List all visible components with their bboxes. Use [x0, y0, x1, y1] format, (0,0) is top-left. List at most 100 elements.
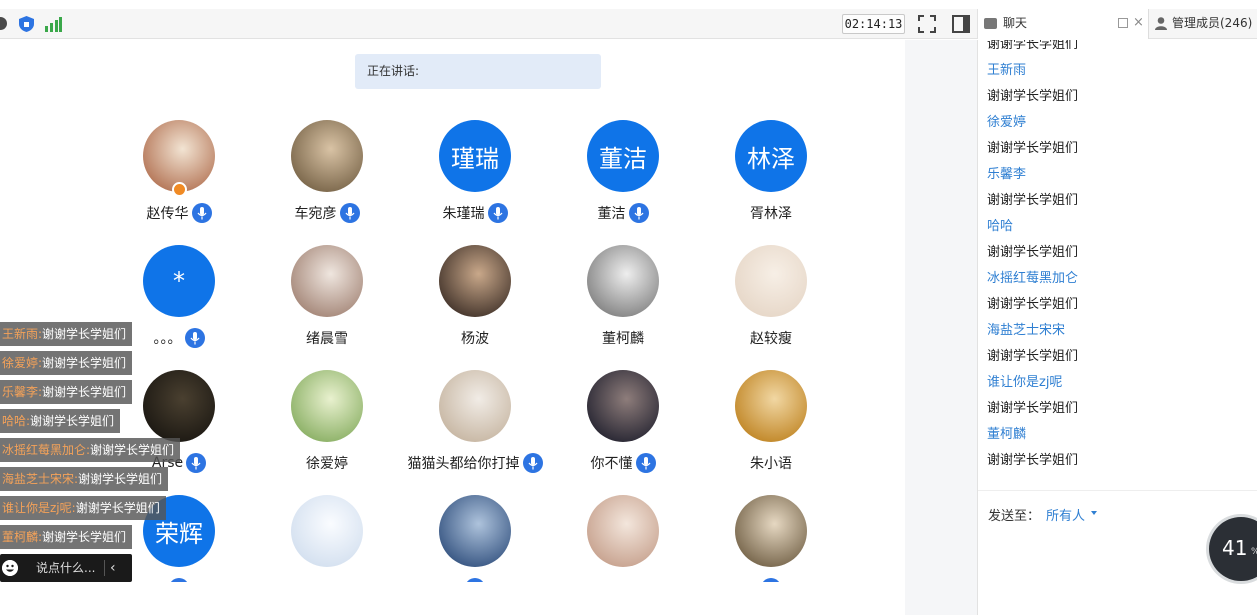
- microphone-icon[interactable]: [191, 203, 212, 223]
- avatar[interactable]: [143, 370, 215, 442]
- participant-tile[interactable]: [549, 495, 697, 582]
- chat-sender-name[interactable]: 哈哈: [978, 214, 1248, 240]
- top-toolbar: 02:14:13: [0, 9, 977, 39]
- participant-name-row: [253, 577, 401, 582]
- participant-tile[interactable]: 赵传华: [105, 120, 253, 245]
- avatar[interactable]: [735, 370, 807, 442]
- floating-chat-sender: 董柯麟:: [2, 530, 43, 544]
- avatar[interactable]: [291, 495, 363, 567]
- caret-down-icon[interactable]: [1091, 511, 1097, 515]
- emoji-icon[interactable]: [2, 560, 18, 576]
- participant-tile[interactable]: [253, 495, 401, 582]
- floating-chat-sender: 徐爱婷:: [2, 356, 43, 370]
- avatar[interactable]: *: [143, 245, 215, 317]
- participant-tile[interactable]: 董柯麟: [549, 245, 697, 370]
- participant-name-row: 徐爱婷: [253, 452, 401, 474]
- participant-tile[interactable]: 瑾瑞 朱瑾瑞: [401, 120, 549, 245]
- tab-chat[interactable]: 聊天 ×: [978, 9, 1148, 39]
- signal-icon[interactable]: [44, 16, 62, 32]
- chat-sender-name[interactable]: 王新雨: [978, 58, 1248, 84]
- avatar[interactable]: [291, 370, 363, 442]
- participant-name: 杨波: [461, 331, 489, 347]
- avatar[interactable]: 林泽: [735, 120, 807, 192]
- chat-message-text: 谢谢学长学姐们: [987, 349, 1079, 364]
- microphone-icon[interactable]: [169, 578, 189, 582]
- tab-members[interactable]: 管理成员(246): [1148, 9, 1257, 39]
- avatar[interactable]: [439, 495, 511, 567]
- host-badge-icon: [172, 182, 187, 197]
- floating-chat-message: 徐爱婷:谢谢学长学姐们: [0, 351, 133, 375]
- floating-chat-message: 冰摇红莓黑加仑:谢谢学长学姐们: [0, 438, 181, 462]
- microphone-icon[interactable]: [184, 328, 205, 348]
- chat-bubble-icon: [984, 18, 997, 29]
- avatar[interactable]: [735, 495, 807, 567]
- participant-tile[interactable]: 赵较瘦: [697, 245, 845, 370]
- participant-tile[interactable]: 董洁 董洁: [549, 120, 697, 245]
- avatar[interactable]: [735, 245, 807, 317]
- participant-tile[interactable]: 杨波: [401, 245, 549, 370]
- avatar[interactable]: [587, 245, 659, 317]
- popout-icon[interactable]: [1118, 18, 1128, 28]
- participant-tile[interactable]: 猫猫头都给你打掉: [401, 370, 549, 495]
- floating-chat-sender: 王新雨:: [2, 327, 43, 341]
- microphone-icon[interactable]: [761, 578, 781, 582]
- participant-tile[interactable]: 朱小语: [697, 370, 845, 495]
- send-target-dropdown[interactable]: 所有人: [1046, 505, 1085, 524]
- floating-chat-message: 谁让你是zj呢:谢谢学长学姐们: [0, 496, 166, 520]
- participant-name-row: 赵传华: [105, 202, 253, 224]
- layout-icon[interactable]: [952, 15, 970, 33]
- send-to-label: 发送至：: [988, 509, 1041, 524]
- participant-name-row: 朱小语: [697, 452, 845, 474]
- divider: [978, 490, 1257, 491]
- avatar[interactable]: [291, 245, 363, 317]
- avatar[interactable]: [439, 245, 511, 317]
- chat-sender-name[interactable]: 董柯麟: [978, 422, 1248, 448]
- microphone-icon[interactable]: [186, 453, 207, 473]
- microphone-icon[interactable]: [628, 203, 649, 223]
- participant-tile[interactable]: [697, 495, 845, 582]
- microphone-icon[interactable]: [339, 203, 360, 223]
- record-icon[interactable]: [0, 17, 7, 30]
- participant-grid: 赵传华 车宛彦 瑾瑞 朱瑾瑞 董洁 董洁 林泽 胥林泽 *。。。 绪晨雪 杨波 董柯麟 赵较瘦 Arse 徐…: [105, 120, 845, 582]
- say-something-input[interactable]: 说点什么...: [36, 554, 95, 582]
- avatar[interactable]: [587, 370, 659, 442]
- fullscreen-icon[interactable]: [918, 15, 936, 33]
- chat-sender-name[interactable]: 乐馨李: [978, 162, 1248, 188]
- collapse-arrow-icon[interactable]: ‹: [110, 554, 116, 582]
- chat-message-list[interactable]: 谢谢学长学姐们 王新雨 谢谢学长学姐们 徐爱婷 谢谢学长学姐们 乐馨李 谢谢学长学姐们 哈哈谢…: [978, 40, 1248, 522]
- chat-sender-name[interactable]: 冰摇红莓黑加仑: [978, 266, 1248, 292]
- participant-name-row: 杨波: [401, 327, 549, 349]
- chat-sender-name[interactable]: 徐爱婷: [978, 110, 1248, 136]
- participant-tile[interactable]: 徐爱婷: [253, 370, 401, 495]
- chat-sender-name[interactable]: 海盐芝士宋宋: [978, 318, 1248, 344]
- user-icon: [1155, 17, 1167, 30]
- participant-tile[interactable]: [401, 495, 549, 582]
- avatar[interactable]: 瑾瑞: [439, 120, 511, 192]
- divider: [104, 560, 105, 576]
- microphone-icon[interactable]: [465, 578, 485, 582]
- participant-name: 猫猫头都给你打掉: [407, 456, 520, 472]
- participant-name: 。。。: [153, 331, 182, 347]
- participant-tile[interactable]: 你不懂: [549, 370, 697, 495]
- microphone-icon[interactable]: [487, 203, 508, 223]
- avatar[interactable]: 董洁: [587, 120, 659, 192]
- microphone-icon[interactable]: [635, 453, 656, 473]
- microphone-icon[interactable]: [522, 453, 543, 473]
- avatar[interactable]: [587, 495, 659, 567]
- participant-name-row: 朱瑾瑞: [401, 202, 549, 224]
- participant-tile[interactable]: 绪晨雪: [253, 245, 401, 370]
- say-something-bar[interactable]: 说点什么... ‹: [0, 554, 132, 582]
- participant-tile[interactable]: 林泽 胥林泽: [697, 120, 845, 245]
- avatar[interactable]: [291, 120, 363, 192]
- tab-members-label: 管理成员(246): [1172, 16, 1253, 30]
- participant-name-row: 董柯麟: [549, 327, 697, 349]
- chat-sender-name[interactable]: 谁让你是zj呢: [978, 370, 1248, 396]
- participant-tile[interactable]: 车宛彦: [253, 120, 401, 245]
- avatar[interactable]: [439, 370, 511, 442]
- floating-chat-text: 谢谢学长学姐们: [78, 472, 163, 486]
- close-icon[interactable]: ×: [1133, 11, 1144, 35]
- shield-icon[interactable]: [19, 16, 34, 32]
- progress-unit: %: [1251, 547, 1257, 557]
- floating-chat-text: 谢谢学长学姐们: [30, 414, 115, 428]
- participant-name-row: [549, 577, 697, 582]
